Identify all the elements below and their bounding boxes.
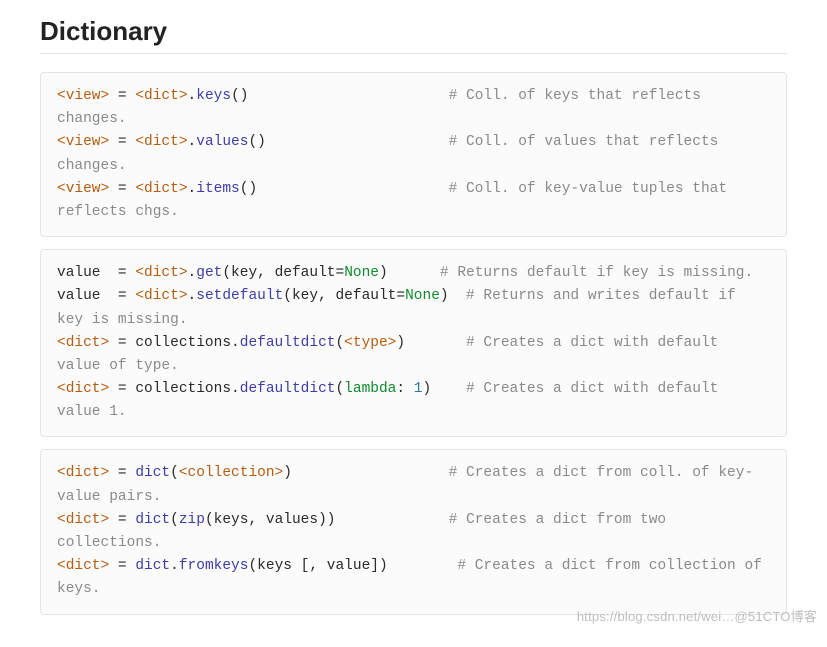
code-token: value = — [57, 265, 135, 281]
code-token: = collections. — [109, 381, 240, 397]
code-token: defaultdict — [240, 381, 336, 397]
code-token: ) — [283, 465, 448, 481]
code-token: . — [170, 558, 179, 574]
code-token: ) — [440, 288, 466, 304]
code-token: () — [248, 134, 448, 150]
code-token: . — [188, 288, 197, 304]
code-token: None — [405, 288, 440, 304]
code-token: <dict> — [135, 181, 187, 197]
code-block: <dict> = dict(<collection>) # Creates a … — [40, 449, 787, 614]
code-token: ) — [379, 265, 440, 281]
code-token: (keys [, value]) — [248, 558, 457, 574]
code-token: <dict> — [57, 335, 109, 351]
code-token: 1 — [414, 381, 423, 397]
code-token: get — [196, 265, 222, 281]
code-token: () — [240, 181, 449, 197]
code-block: <view> = <dict>.keys() # Coll. of keys t… — [40, 72, 787, 237]
code-token: ( — [335, 381, 344, 397]
section-title: Dictionary — [40, 16, 787, 54]
code-token: dict — [135, 512, 170, 528]
code-token: ( — [170, 512, 179, 528]
code-token: lambda — [344, 381, 396, 397]
code-token: . — [188, 181, 197, 197]
code-section: <view> = <dict>.keys() # Coll. of keys t… — [40, 72, 787, 615]
code-token: = — [109, 512, 135, 528]
code-token: = — [109, 88, 135, 104]
code-token: <type> — [344, 335, 396, 351]
code-token: <dict> — [135, 88, 187, 104]
code-comment: # Returns default if key is missing. — [440, 265, 753, 281]
code-token: . — [188, 265, 197, 281]
code-token: = — [109, 134, 135, 150]
code-token: <view> — [57, 88, 109, 104]
code-token: dict — [135, 465, 170, 481]
code-token: <dict> — [135, 265, 187, 281]
code-token: ( — [335, 335, 344, 351]
code-token: ) — [423, 381, 467, 397]
code-token: <view> — [57, 181, 109, 197]
code-token: defaultdict — [240, 335, 336, 351]
code-token: <collection> — [179, 465, 283, 481]
code-block: value = <dict>.get(key, default=None) # … — [40, 249, 787, 437]
code-token: (key, default= — [222, 265, 344, 281]
code-token: <dict> — [135, 288, 187, 304]
code-token: () — [231, 88, 449, 104]
code-token: . — [188, 134, 197, 150]
code-token: = — [109, 558, 135, 574]
code-token: <dict> — [57, 465, 109, 481]
code-token: . — [188, 88, 197, 104]
code-token: items — [196, 181, 240, 197]
code-token: = — [109, 181, 135, 197]
code-token: dict — [135, 558, 170, 574]
code-token: <dict> — [135, 134, 187, 150]
code-token: <dict> — [57, 381, 109, 397]
code-token: zip — [179, 512, 205, 528]
code-token: setdefault — [196, 288, 283, 304]
code-token: None — [344, 265, 379, 281]
code-token: = — [109, 465, 135, 481]
code-token: value = — [57, 288, 135, 304]
code-token: : — [396, 381, 413, 397]
code-token: <dict> — [57, 558, 109, 574]
code-token: ) — [396, 335, 466, 351]
code-token: = collections. — [109, 335, 240, 351]
code-token: values — [196, 134, 248, 150]
code-token: (keys, values)) — [205, 512, 449, 528]
code-token: <dict> — [57, 512, 109, 528]
code-token: <view> — [57, 134, 109, 150]
code-token: keys — [196, 88, 231, 104]
code-token: ( — [170, 465, 179, 481]
code-token: fromkeys — [179, 558, 249, 574]
code-token: (key, default= — [283, 288, 405, 304]
